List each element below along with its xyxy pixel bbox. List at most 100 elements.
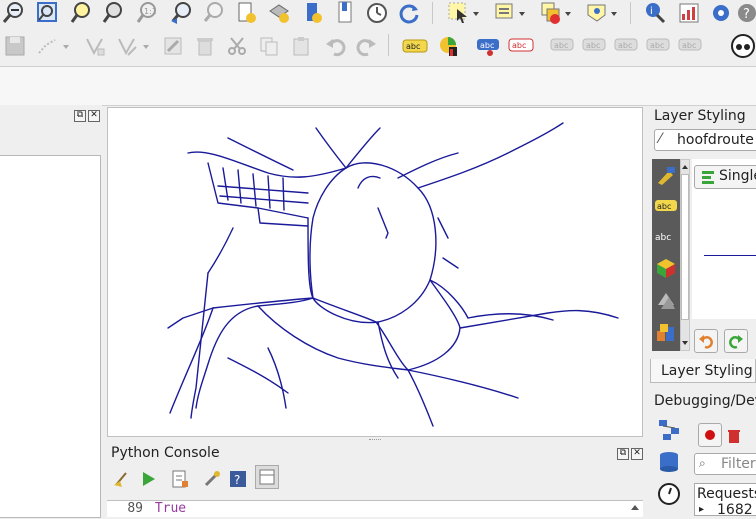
layer-name: hoofdroute	[677, 132, 754, 148]
show-hide-labels-icon[interactable]: abc	[550, 33, 576, 59]
close-icon[interactable]: ✕	[631, 448, 643, 460]
new-bookmark-icon[interactable]	[300, 0, 326, 26]
symbol-preview	[704, 255, 756, 256]
layers-tree[interactable]	[0, 155, 101, 518]
change-label-icon[interactable]: abc	[646, 33, 672, 59]
symbology-tab-icon[interactable]	[653, 163, 679, 189]
database-icon[interactable]	[656, 449, 682, 475]
chevron-down-icon[interactable]	[60, 33, 72, 59]
scroll-up-icon[interactable]	[629, 501, 641, 517]
move-label-icon[interactable]: abc	[582, 33, 608, 59]
zoom-full-icon[interactable]	[34, 0, 60, 26]
svg-text:abc: abc	[650, 41, 664, 50]
copy-features-icon[interactable]	[256, 33, 282, 59]
zoom-to-layer-icon[interactable]	[100, 0, 126, 26]
new-map-view-icon[interactable]	[234, 0, 260, 26]
chevron-right-icon[interactable]: ▸	[699, 504, 704, 515]
close-icon[interactable]: ✕	[88, 110, 100, 122]
new-3d-map-view-icon[interactable]	[266, 0, 292, 26]
line-number: 89	[127, 501, 143, 516]
requests-table[interactable]: Requests ▸ 1682	[694, 483, 756, 518]
chevron-down-icon[interactable]	[140, 33, 152, 59]
vertex-tool-icon[interactable]	[82, 33, 108, 59]
dock-toggle-icon[interactable]	[255, 465, 279, 489]
run-command-icon[interactable]	[135, 466, 161, 492]
3d-view-tab-icon[interactable]	[653, 255, 679, 281]
undo-icon[interactable]	[322, 33, 348, 59]
redo-icon[interactable]	[354, 33, 380, 59]
profiler-icon[interactable]	[656, 481, 682, 507]
save-edits-icon[interactable]	[2, 33, 28, 59]
python-console-output[interactable]: 89 True	[107, 500, 643, 517]
svg-text:i: i	[650, 6, 653, 17]
temporal-controller-icon[interactable]	[364, 0, 390, 26]
cut-features-icon[interactable]	[224, 33, 250, 59]
zoom-next-icon[interactable]	[200, 0, 226, 26]
single-symbol-icon	[701, 169, 715, 189]
statistics-icon[interactable]	[676, 0, 702, 26]
vertex-editor-icon[interactable]	[114, 33, 140, 59]
deselect-features-icon[interactable]	[538, 0, 564, 26]
float-panel-icon[interactable]: ⧉	[74, 110, 86, 122]
select-by-value-icon[interactable]	[492, 0, 518, 26]
clear-console-icon[interactable]	[109, 466, 135, 492]
masks-tab-icon[interactable]: abc	[653, 223, 679, 249]
float-panel-icon[interactable]: ⧉	[617, 448, 629, 460]
zoom-to-selection-icon[interactable]	[68, 0, 94, 26]
identify-features-icon[interactable]: i	[642, 0, 668, 26]
select-features-icon[interactable]	[446, 0, 472, 26]
record-icon[interactable]	[698, 423, 722, 447]
highlight-pinned-labels-icon[interactable]: abc	[508, 33, 534, 59]
svg-text:abc: abc	[480, 41, 494, 50]
chevron-down-icon[interactable]	[562, 0, 574, 26]
layer-selector[interactable]: ⁄ hoofdroute	[654, 129, 756, 151]
chevron-down-icon[interactable]	[470, 0, 482, 26]
svg-text:abc: abc	[657, 202, 671, 211]
label-properties-icon[interactable]: abc	[678, 33, 704, 59]
refresh-icon[interactable]	[396, 0, 422, 26]
panel-splitter[interactable]	[107, 437, 643, 445]
select-location-icon[interactable]	[584, 0, 610, 26]
undo-icon[interactable]	[694, 329, 718, 353]
trash-icon[interactable]	[724, 423, 744, 449]
console-output-line: True	[154, 501, 187, 516]
rotate-label-icon[interactable]: abc	[614, 33, 640, 59]
modify-attributes-icon[interactable]	[160, 33, 186, 59]
renderer-selector[interactable]: Single	[694, 165, 756, 189]
wrench-icon[interactable]	[199, 466, 225, 492]
delete-selected-icon[interactable]	[192, 33, 218, 59]
help-icon[interactable]: ?	[225, 466, 251, 492]
gear-icon[interactable]	[708, 0, 734, 26]
zoom-native-icon[interactable]: 1:1	[134, 0, 160, 26]
filter-input[interactable]: ⌕ Filter	[694, 453, 756, 475]
help-icon[interactable]: ?	[734, 0, 756, 26]
pin-labels-icon[interactable]: abc	[476, 33, 502, 59]
redo-icon[interactable]	[724, 329, 748, 353]
diagram-options-icon[interactable]	[436, 33, 462, 59]
chevron-down-icon[interactable]	[608, 0, 620, 26]
zoom-last-icon[interactable]	[168, 0, 194, 26]
history-tab-icon[interactable]	[653, 319, 679, 345]
add-line-feature-icon[interactable]	[34, 33, 60, 59]
label-toolbar-icon[interactable]: abc	[402, 33, 428, 59]
renderer-area: Single	[692, 159, 756, 319]
labels-tab-icon[interactable]: abc	[653, 193, 679, 219]
chevron-down-icon[interactable]	[516, 0, 528, 26]
separator	[630, 2, 631, 24]
browser-strip	[0, 66, 756, 106]
tab-scrollbar[interactable]	[680, 159, 690, 351]
tab-layer-styling[interactable]: Layer Styling	[650, 359, 756, 383]
show-editor-icon[interactable]	[167, 466, 193, 492]
show-bookmarks-icon[interactable]	[332, 0, 358, 26]
svg-text:abc: abc	[406, 42, 420, 51]
debugging-title: Debugging/Dev	[654, 393, 756, 409]
zoom-out-icon[interactable]	[0, 0, 26, 26]
map-canvas[interactable]	[107, 107, 643, 437]
network-logger-icon[interactable]	[656, 417, 682, 443]
styling-tab-bar: abc abc	[652, 159, 680, 351]
svg-text:?: ?	[234, 473, 240, 487]
rendering-tab-icon[interactable]	[653, 287, 679, 313]
svg-text:abc: abc	[554, 41, 568, 50]
paste-features-icon[interactable]	[288, 33, 314, 59]
plugin-icon[interactable]	[730, 33, 756, 59]
